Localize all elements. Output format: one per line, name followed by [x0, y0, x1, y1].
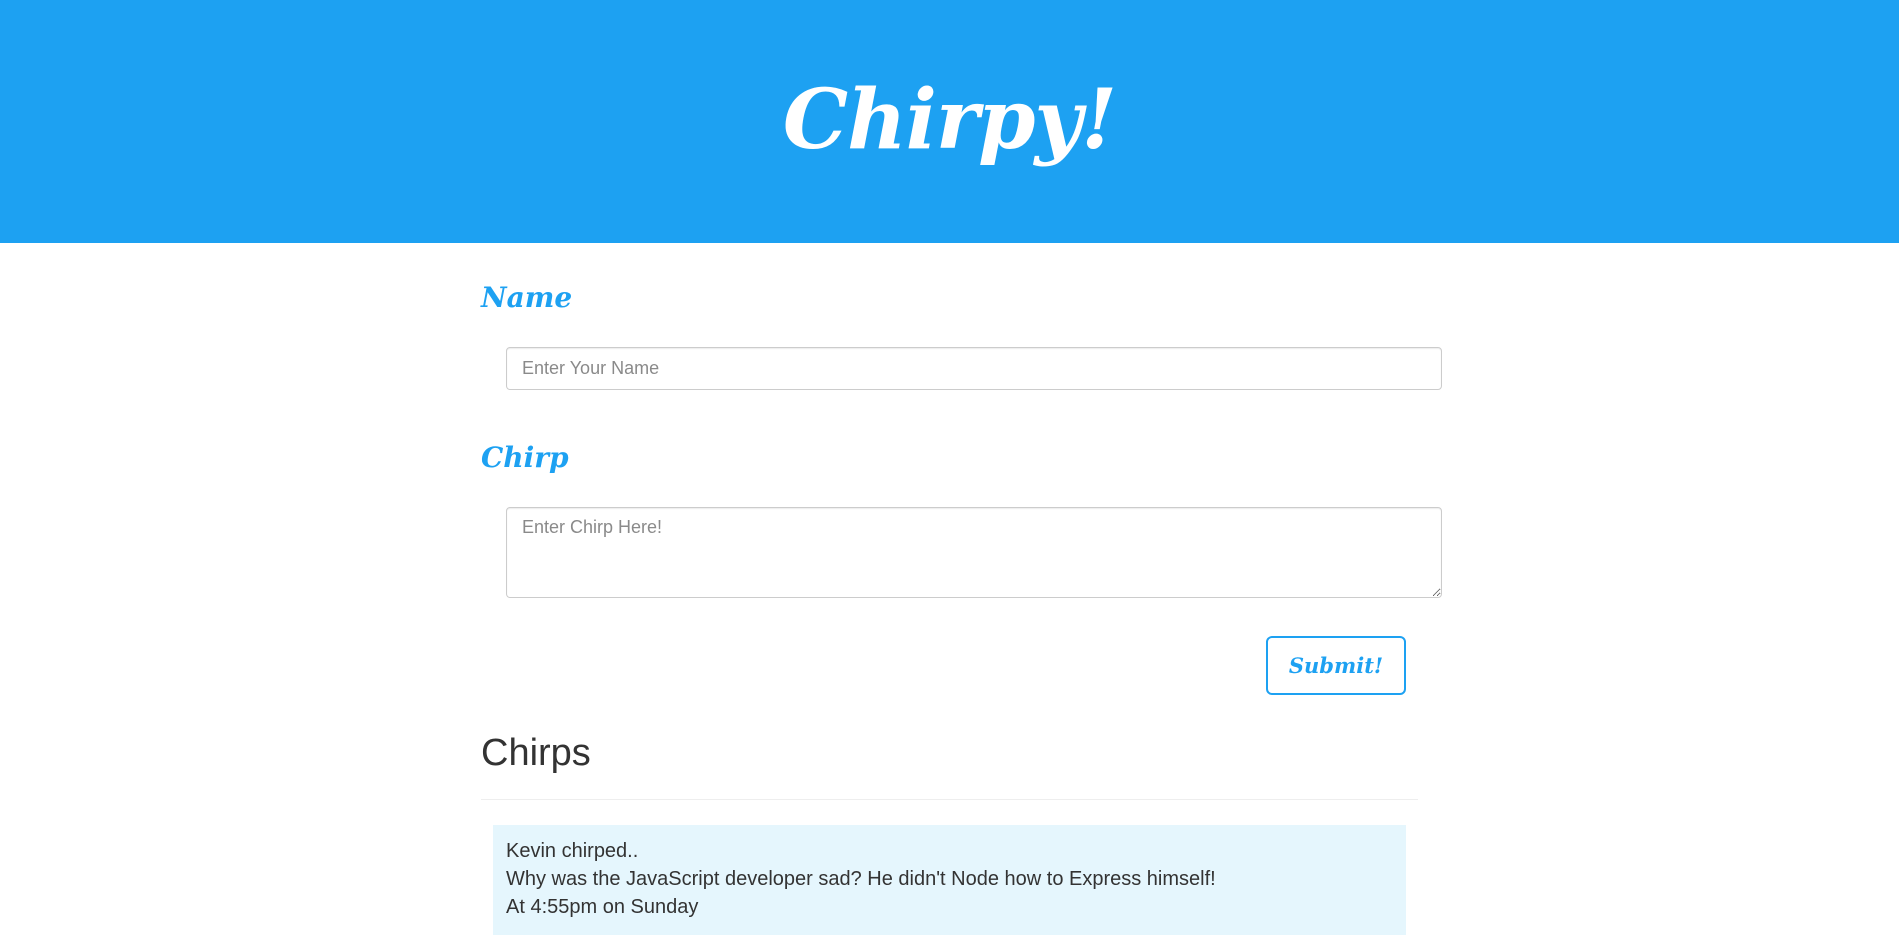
- app-title: Chirpy!: [782, 72, 1117, 168]
- chirp-timestamp: At 4:55pm on Sunday: [506, 896, 699, 918]
- chirp-textarea[interactable]: [506, 507, 1442, 598]
- chirp-author: Kevin chirped..: [506, 840, 639, 862]
- chirp-label: Chirp: [481, 441, 569, 474]
- name-input[interactable]: [506, 347, 1442, 390]
- chirp-card: Kevin chirped.. Why was the JavaScript d…: [493, 825, 1406, 935]
- header-banner: Chirpy!: [0, 0, 1899, 243]
- divider: [481, 799, 1418, 800]
- name-label: Name: [481, 281, 573, 314]
- submit-button[interactable]: Submit!: [1266, 636, 1406, 695]
- chirps-heading: Chirps: [481, 732, 591, 774]
- chirp-text: Why was the JavaScript developer sad? He…: [506, 868, 1216, 890]
